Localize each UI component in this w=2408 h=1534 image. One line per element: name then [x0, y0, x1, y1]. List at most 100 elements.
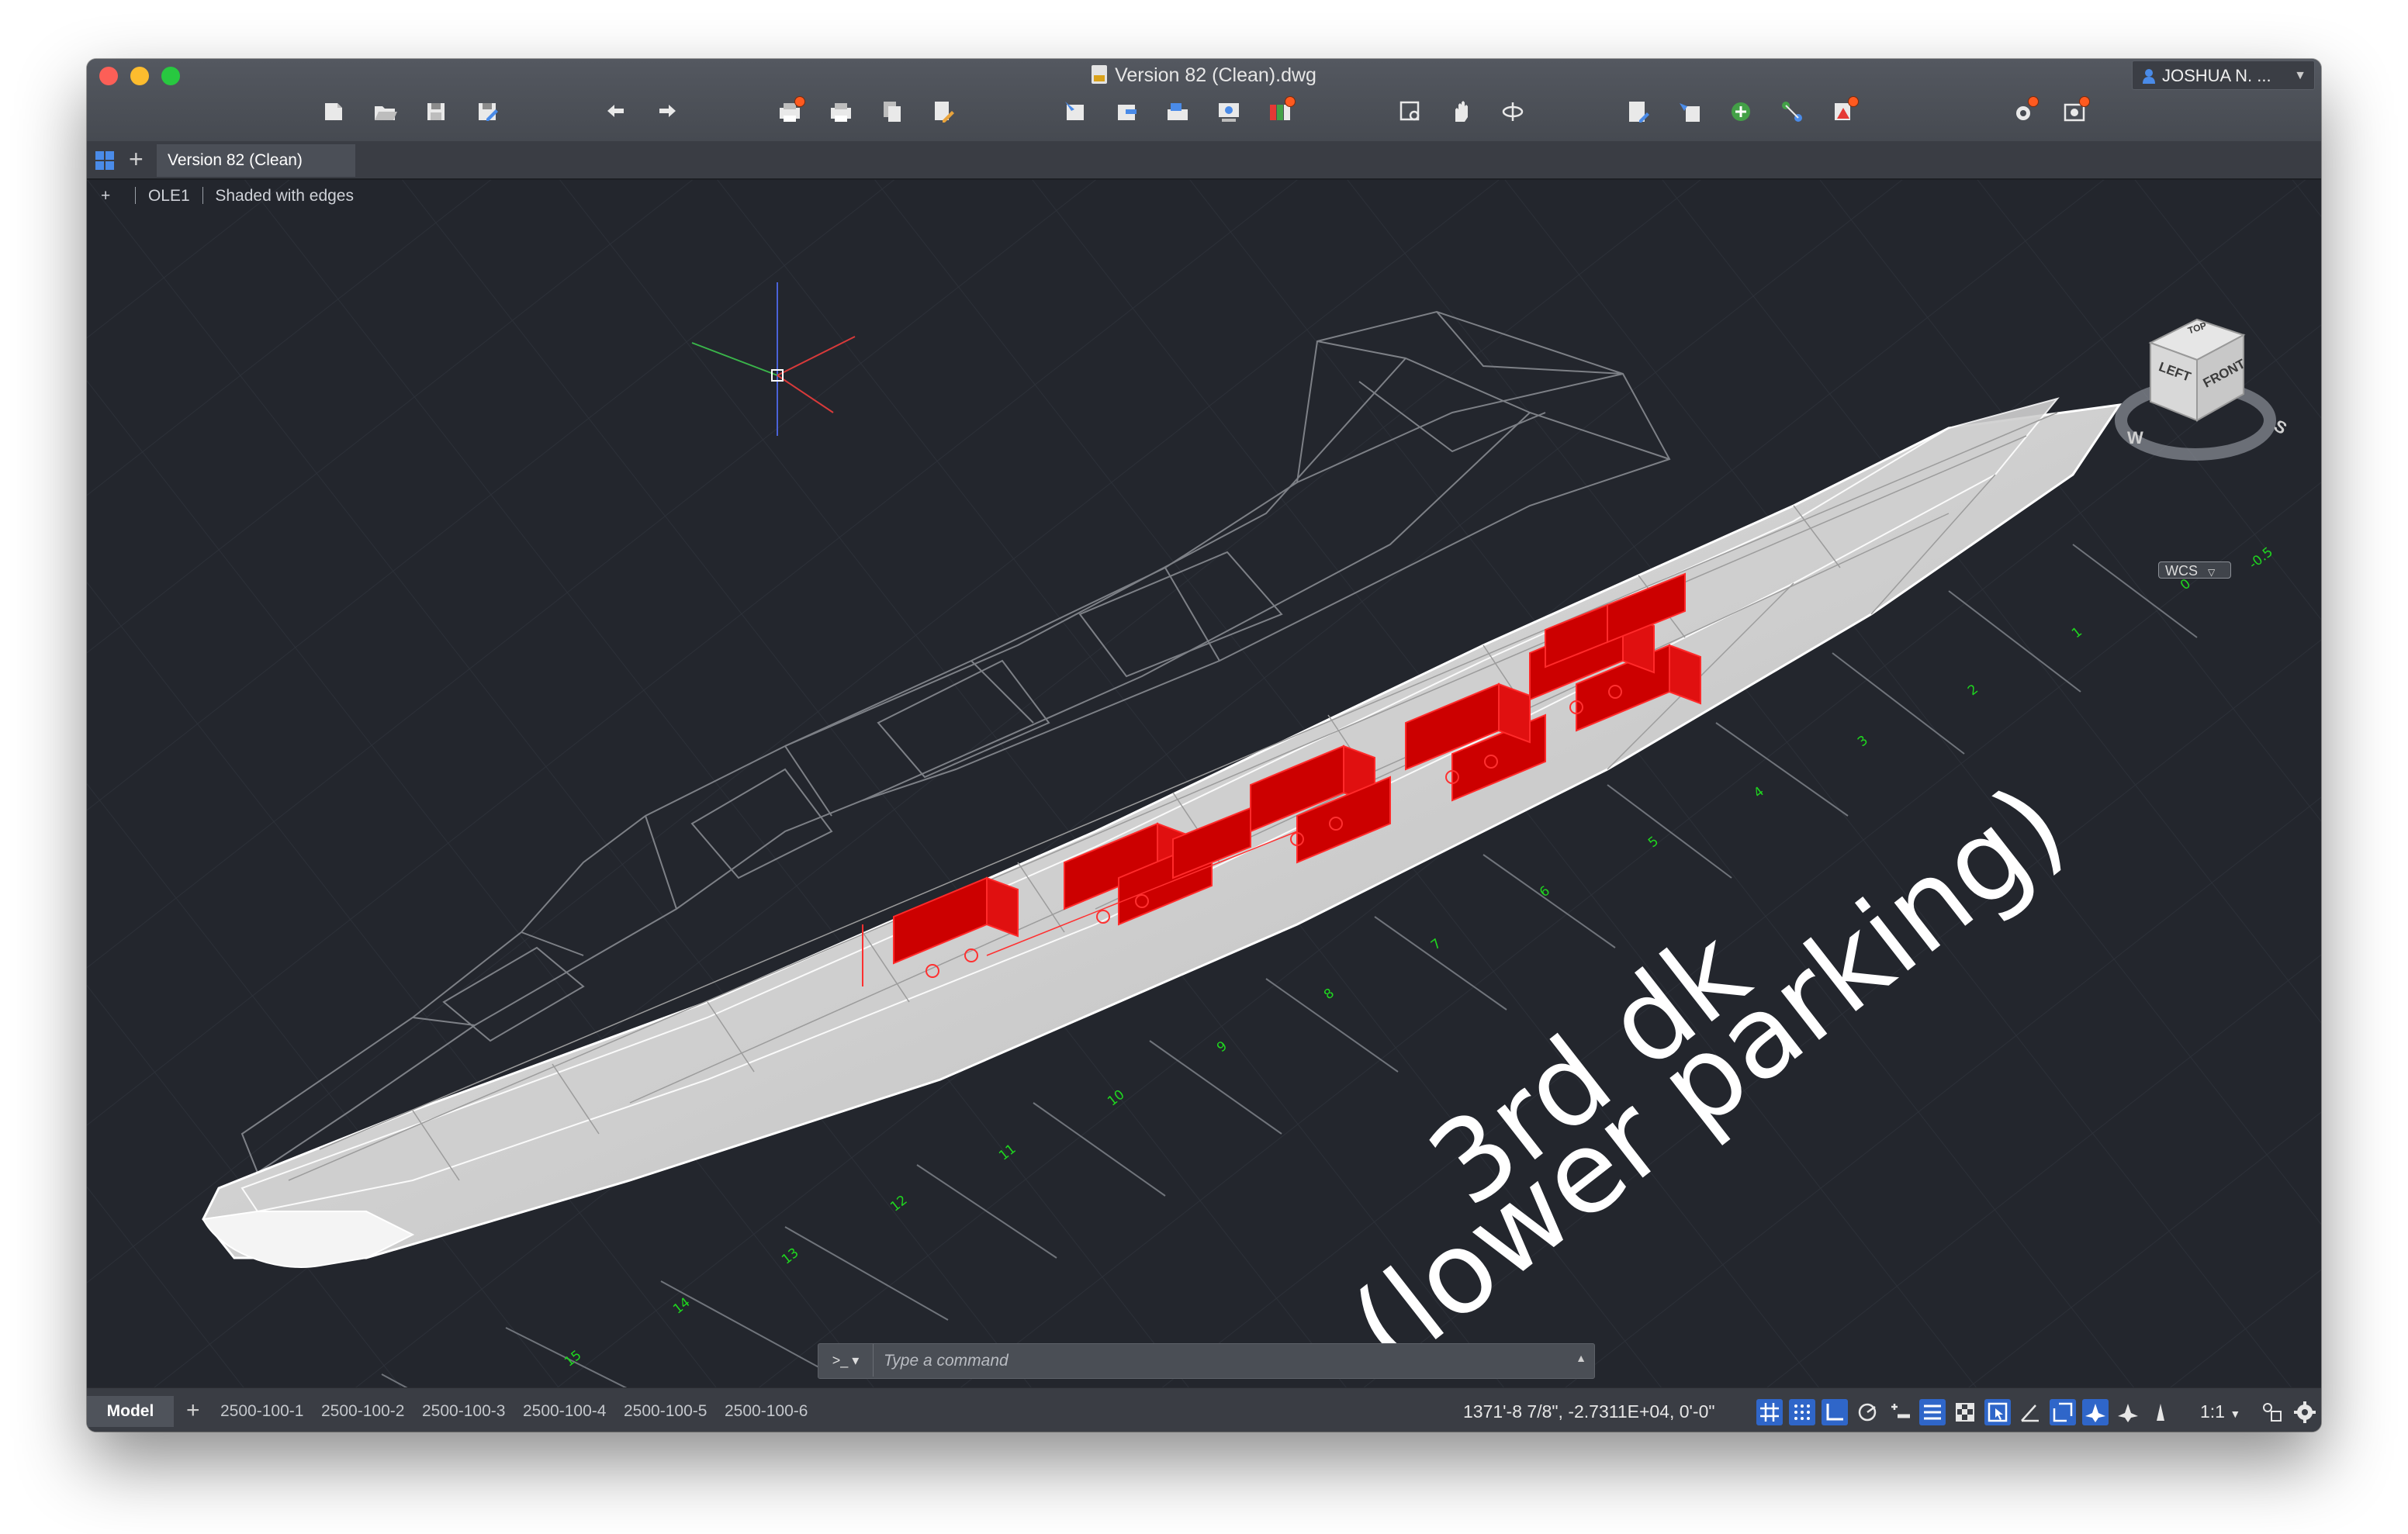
ortho-toggle[interactable] [1822, 1399, 1848, 1425]
polar-tracking-icon [1858, 1403, 1877, 1422]
notification-badge [1848, 96, 1859, 107]
polar-toggle[interactable] [1854, 1399, 1880, 1425]
compass-west[interactable]: W [2127, 428, 2143, 448]
angle-icon [2021, 1404, 2039, 1422]
ortho-icon [1826, 1404, 1843, 1421]
annotation-scale-button[interactable] [2147, 1399, 2174, 1425]
autocad-window: Version 82 (Clean).dwg JOSHUA N. ... ▼ +… [87, 59, 2321, 1432]
publish-button[interactable] [877, 96, 908, 127]
new-file-button[interactable] [318, 96, 349, 127]
lineweight-toggle[interactable] [1887, 1399, 1913, 1425]
grid-display-icon [1760, 1403, 1779, 1422]
dynamic-ucs-toggle[interactable] [2050, 1399, 2076, 1425]
tab-model[interactable]: Model [87, 1396, 174, 1427]
auto-scale-toggle[interactable] [2115, 1399, 2141, 1425]
pan-icon [1455, 101, 1468, 122]
print-button[interactable] [825, 96, 856, 127]
warning-button[interactable] [1828, 96, 1859, 127]
tab-layout[interactable]: 2500-100-6 [725, 1396, 808, 1427]
import-button[interactable] [1060, 96, 1091, 127]
connect-button[interactable] [1777, 96, 1808, 127]
display-lines-icon [1924, 1404, 1941, 1420]
selection-cycle-toggle[interactable] [1984, 1399, 2011, 1425]
notification-badge [1285, 96, 1296, 107]
command-history-up-icon[interactable]: ▲ [1576, 1352, 1586, 1364]
user-account-menu[interactable]: JOSHUA N. ... ▼ [2132, 60, 2315, 90]
annotation-scale[interactable]: 1:1 ▼ [2200, 1396, 2240, 1429]
command-line[interactable]: >_ ▾ ▲ [818, 1343, 1595, 1379]
display-toggle[interactable] [1919, 1399, 1946, 1425]
workspace-icon [2263, 1403, 2282, 1422]
view-control[interactable]: OLE1 [148, 185, 190, 208]
redo-button[interactable] [652, 96, 683, 127]
import-icon [1065, 102, 1084, 120]
transparency-toggle[interactable] [1952, 1399, 1978, 1425]
open-file-button[interactable] [369, 96, 400, 127]
annotation-visibility-toggle[interactable] [2082, 1399, 2109, 1425]
new-tab-plus-icon[interactable]: + [129, 146, 144, 172]
command-input[interactable] [882, 1349, 1568, 1373]
coordinate-readout[interactable]: 1371'-8 7/8", -2.7311E+04, 0'-0" [1463, 1396, 1715, 1427]
image-button[interactable] [1162, 96, 1193, 127]
new-file-icon [325, 103, 342, 120]
layer-button[interactable] [1674, 96, 1705, 127]
visual-style-control[interactable]: Shaded with edges [215, 185, 354, 208]
command-prompt-label: >_ [832, 1353, 849, 1368]
chevron-down-icon: ▽ [2208, 567, 2216, 578]
zoom-window-button[interactable] [1395, 96, 1426, 127]
add-layout-plus-icon[interactable]: + [186, 1396, 200, 1425]
xref-button[interactable] [1725, 96, 1756, 127]
tab-layout[interactable]: 2500-100-4 [523, 1396, 606, 1427]
snap-icon [1794, 1404, 1810, 1420]
orbit-button[interactable] [1497, 96, 1528, 127]
drawing-viewport[interactable]: + OLE1 Shaded with edges 3rd dk (lower p… [87, 180, 2321, 1388]
publish-icon [884, 102, 901, 122]
save-button[interactable] [420, 96, 452, 127]
dynamic-ucs-icon [2053, 1402, 2073, 1422]
title-bar: Version 82 (Clean).dwg JOSHUA N. ... ▼ [87, 59, 2321, 143]
app-badge-button[interactable] [2059, 96, 2090, 127]
render-button[interactable] [1265, 96, 1296, 127]
annotation-scale-value: 1:1 [2200, 1401, 2225, 1422]
person-scale-icon [2157, 1404, 2164, 1421]
ucs-toggle[interactable] [2017, 1399, 2043, 1425]
undo-button[interactable] [600, 96, 631, 127]
tab-layout[interactable]: 2500-100-5 [624, 1396, 707, 1427]
export-icon [1118, 105, 1137, 120]
image-icon [1168, 103, 1188, 120]
settings-badge-button[interactable] [2008, 96, 2039, 127]
redo-icon [659, 105, 676, 117]
properties-button[interactable] [1623, 96, 1654, 127]
notification-badge [794, 96, 805, 107]
chevron-down-icon: ▼ [2294, 69, 2306, 82]
viewport-controls[interactable]: + OLE1 Shaded with edges [101, 185, 354, 208]
divider [135, 187, 137, 204]
pan-button[interactable] [1446, 96, 1477, 127]
workspace-switch-button[interactable] [2259, 1399, 2285, 1425]
snap-toggle[interactable] [1789, 1399, 1815, 1425]
viewport-plus-menu[interactable]: + [101, 185, 110, 208]
quick-access-toolbar [87, 96, 2321, 135]
drawing-file-icon [1092, 65, 1108, 84]
save-as-button[interactable] [472, 96, 503, 127]
window-title: Version 82 (Clean).dwg [87, 64, 2321, 87]
export-button[interactable] [1111, 96, 1142, 127]
edit-sheet-icon [935, 102, 954, 123]
auto-scale-icon [2118, 1404, 2138, 1422]
edit-sheet-button[interactable] [928, 96, 959, 127]
customization-button[interactable] [2292, 1399, 2318, 1425]
undo-icon [607, 105, 624, 117]
tab-version-82-clean[interactable]: Version 82 (Clean) [157, 144, 355, 177]
window-title-text: Version 82 (Clean).dwg [1115, 64, 1316, 86]
tab-layout[interactable]: 2500-100-2 [321, 1396, 404, 1427]
user-name: JOSHUA N. ... [2162, 66, 2271, 85]
tab-layout[interactable]: 2500-100-1 [220, 1396, 303, 1427]
plot-button[interactable] [774, 96, 805, 127]
command-prompt-icon[interactable]: >_ ▾ [818, 1344, 874, 1377]
wcs-menu[interactable]: WCS ▽ [2158, 561, 2231, 579]
grid-toggle[interactable] [1756, 1399, 1783, 1425]
lineweight-icon [1891, 1404, 1910, 1418]
start-tab-grid-icon[interactable] [95, 150, 115, 171]
tab-layout[interactable]: 2500-100-3 [422, 1396, 505, 1427]
share-button[interactable] [1213, 96, 1244, 127]
